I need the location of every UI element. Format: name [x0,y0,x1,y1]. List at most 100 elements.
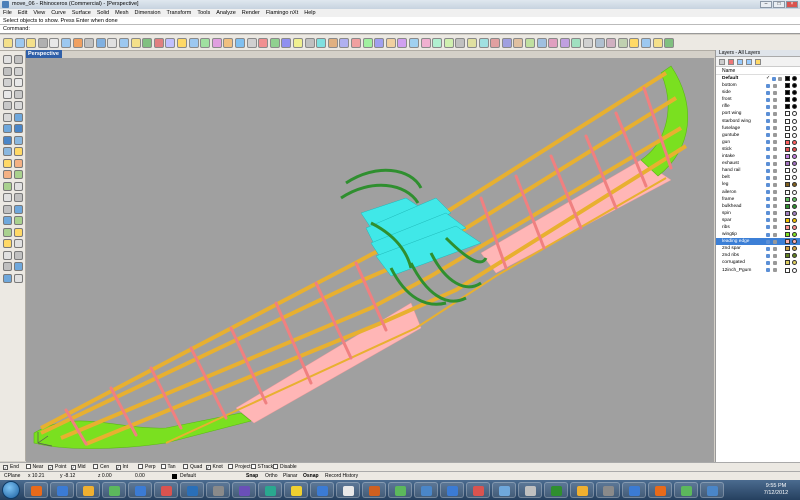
layer-material-swatch[interactable] [792,104,797,110]
menu-curve[interactable]: Curve [48,9,69,17]
visibility-bulb-icon[interactable] [766,147,770,152]
layer-row[interactable]: rifle [716,103,800,110]
command-input[interactable]: Command: [0,25,800,34]
toolbar-button-icon[interactable] [467,38,477,48]
layer-row[interactable]: hand rail [716,167,800,174]
layer-color-swatch[interactable] [785,267,790,273]
clock[interactable]: 9:55 PM 7/12/2012 [756,483,796,497]
toolbar-button-icon[interactable] [525,38,535,48]
toolbar-button-icon[interactable] [594,38,605,48]
lock-icon[interactable] [773,154,777,159]
visibility-bulb-icon[interactable] [766,218,770,223]
toolbar-button-icon[interactable] [188,38,199,48]
layer-row[interactable]: bulkhead [716,203,800,210]
layer-material-swatch[interactable] [792,111,797,117]
tool-palette-icon[interactable] [14,124,23,133]
visibility-bulb-icon[interactable] [766,97,770,102]
taskbar-app-icon[interactable] [50,482,74,498]
taskbar-app-icon[interactable] [154,482,178,498]
checkbox-icon[interactable]: ✓ [115,465,121,470]
visibility-bulb-icon[interactable] [766,83,770,88]
layer-color-swatch[interactable] [785,253,790,259]
visibility-bulb-icon[interactable] [766,268,770,273]
tool-palette-icon[interactable] [14,55,23,64]
toolbar-button-icon[interactable] [211,38,222,48]
move-up-icon[interactable] [737,59,743,65]
layer-row[interactable]: leg [716,181,800,188]
toolbar-button-icon[interactable] [478,38,489,48]
tool-palette-icon[interactable] [14,66,23,76]
lock-icon[interactable] [773,239,777,244]
lock-icon[interactable] [773,140,777,145]
layer-material-swatch[interactable] [792,175,797,181]
toolbar-button-icon[interactable] [107,38,118,48]
toolbar-button-icon[interactable] [95,38,106,48]
osnap-project[interactable]: Project [228,464,251,471]
menu-edit[interactable]: Edit [15,9,30,17]
layer-material-swatch[interactable] [792,146,797,152]
tool-palette-icon[interactable] [3,78,12,87]
layer-material-swatch[interactable] [792,210,797,216]
taskbar-app-icon[interactable] [570,482,594,498]
layer-row[interactable]: belt [716,174,800,181]
lock-icon[interactable] [773,83,777,88]
taskbar-app-icon[interactable] [648,482,672,498]
toolbar-button-icon[interactable] [583,38,593,48]
taskbar-app-icon[interactable] [336,482,360,498]
layer-color-swatch[interactable] [785,161,790,167]
visibility-bulb-icon[interactable] [766,204,770,209]
layer-color-swatch[interactable] [785,146,790,152]
toolbar-button-icon[interactable] [142,38,153,48]
visibility-bulb-icon[interactable] [766,104,770,109]
taskbar-app-icon[interactable] [180,482,204,498]
lock-icon[interactable] [773,268,777,273]
perspective-viewport[interactable] [26,58,714,462]
layer-color-swatch[interactable] [785,97,790,103]
toolbar-button-icon[interactable] [420,38,431,48]
layer-material-swatch[interactable] [792,90,797,96]
toolbar-button-icon[interactable] [617,38,628,48]
visibility-bulb-icon[interactable] [766,182,770,187]
layer-row[interactable]: wingtip [716,231,800,238]
layer-color-swatch[interactable] [785,246,790,252]
layer-material-swatch[interactable] [792,76,797,81]
taskbar-app-icon[interactable] [258,482,282,498]
tool-palette-icon[interactable] [3,239,12,248]
toolbar-button-icon[interactable] [652,38,663,48]
close-button[interactable]: × [786,1,798,8]
checkbox-icon[interactable] [183,464,188,469]
taskbar-app-icon[interactable] [544,482,568,498]
layer-row[interactable]: frame [716,196,800,203]
osnap-int[interactable]: ✓ Int [115,464,128,471]
lock-icon[interactable] [773,204,777,209]
filter-icon[interactable] [755,59,761,65]
visibility-bulb-icon[interactable] [766,168,770,173]
layer-material-swatch[interactable] [792,232,797,238]
toolbar-button-icon[interactable] [235,38,245,48]
lock-icon[interactable] [773,168,777,173]
tool-palette-icon[interactable] [14,135,23,145]
visibility-bulb-icon[interactable] [772,76,776,81]
layer-material-swatch[interactable] [792,260,797,266]
taskbar-app-icon[interactable] [388,482,412,498]
tool-palette-icon[interactable] [3,112,12,122]
layer-material-swatch[interactable] [792,83,797,89]
layer-row[interactable]: port wing [716,110,800,117]
layer-color-swatch[interactable] [785,118,790,124]
tool-palette-icon[interactable] [3,193,12,202]
toolbar-button-icon[interactable] [536,38,547,48]
menu-dimension[interactable]: Dimension [132,9,164,17]
toolbar-button-icon[interactable] [293,38,303,48]
osnap-tan[interactable]: Tan [160,464,176,471]
lock-icon[interactable] [773,197,777,202]
menu-help[interactable]: Help [301,9,318,17]
toolbar-button-icon[interactable] [153,38,164,48]
layer-row[interactable]: bottom [716,82,800,89]
checkbox-icon[interactable] [250,464,256,469]
layer-row[interactable]: starbord wing [716,118,800,125]
taskbar-app-icon[interactable] [310,482,334,498]
tool-palette-icon[interactable] [3,158,12,168]
taskbar-app-icon[interactable] [206,482,230,498]
tool-palette-icon[interactable] [14,239,23,248]
layer-material-swatch[interactable] [792,132,797,138]
